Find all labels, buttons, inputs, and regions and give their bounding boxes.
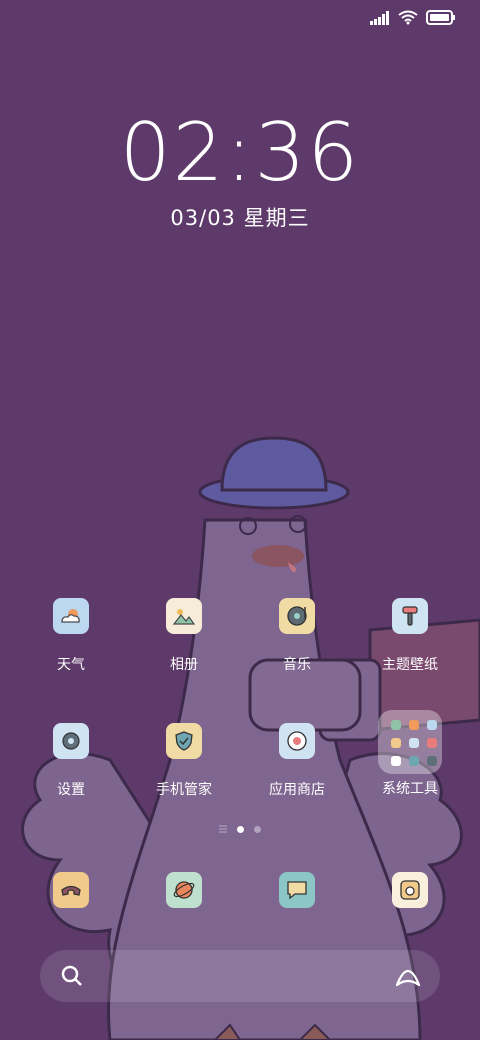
assistant-icon[interactable]: [394, 963, 422, 989]
folder-icon[interactable]: [378, 710, 442, 774]
security-icon: [166, 723, 202, 759]
page-dot-list-icon: [219, 825, 227, 833]
folder-label-wrapper: 系统工具: [360, 778, 460, 798]
battery-icon: [426, 10, 455, 25]
phone-icon[interactable]: [53, 872, 89, 908]
folder-label: 系统工具: [382, 781, 438, 797]
app-label: 主题壁纸: [382, 657, 438, 673]
app-themes[interactable]: 主题壁纸: [360, 598, 460, 674]
search-icon[interactable]: [60, 964, 84, 988]
signal-icon: [370, 10, 389, 25]
app-label: 音乐: [283, 657, 311, 673]
page-dot-active: [237, 825, 244, 833]
browser-icon[interactable]: [166, 872, 202, 908]
camera-icon[interactable]: [392, 872, 428, 908]
settings-icon: [53, 723, 89, 759]
app-weather[interactable]: 天气: [21, 598, 121, 674]
music-icon: [279, 598, 315, 634]
wifi-icon: [398, 10, 418, 25]
clock-time[interactable]: 02:36: [0, 106, 480, 199]
themes-icon: [392, 598, 428, 634]
app-store[interactable]: 应用商店: [247, 723, 347, 799]
app-label: 手机管家: [156, 782, 212, 798]
app-gallery[interactable]: 相册: [134, 598, 234, 674]
status-bar: [370, 10, 456, 25]
gallery-icon: [166, 598, 202, 634]
app-security[interactable]: 手机管家: [134, 723, 234, 799]
page-dot: [254, 825, 261, 833]
app-label: 天气: [57, 657, 85, 673]
app-music[interactable]: 音乐: [247, 598, 347, 674]
messages-icon[interactable]: [279, 872, 315, 908]
app-store-icon: [279, 723, 315, 759]
search-bar[interactable]: [40, 950, 440, 1002]
app-label: 应用商店: [269, 782, 325, 798]
app-label: 相册: [170, 657, 198, 673]
page-indicator[interactable]: [0, 825, 480, 833]
app-settings[interactable]: 设置: [21, 723, 121, 799]
app-label: 设置: [57, 782, 85, 798]
clock-date[interactable]: 03/03 星期三: [0, 202, 480, 232]
weather-icon: [53, 598, 89, 634]
